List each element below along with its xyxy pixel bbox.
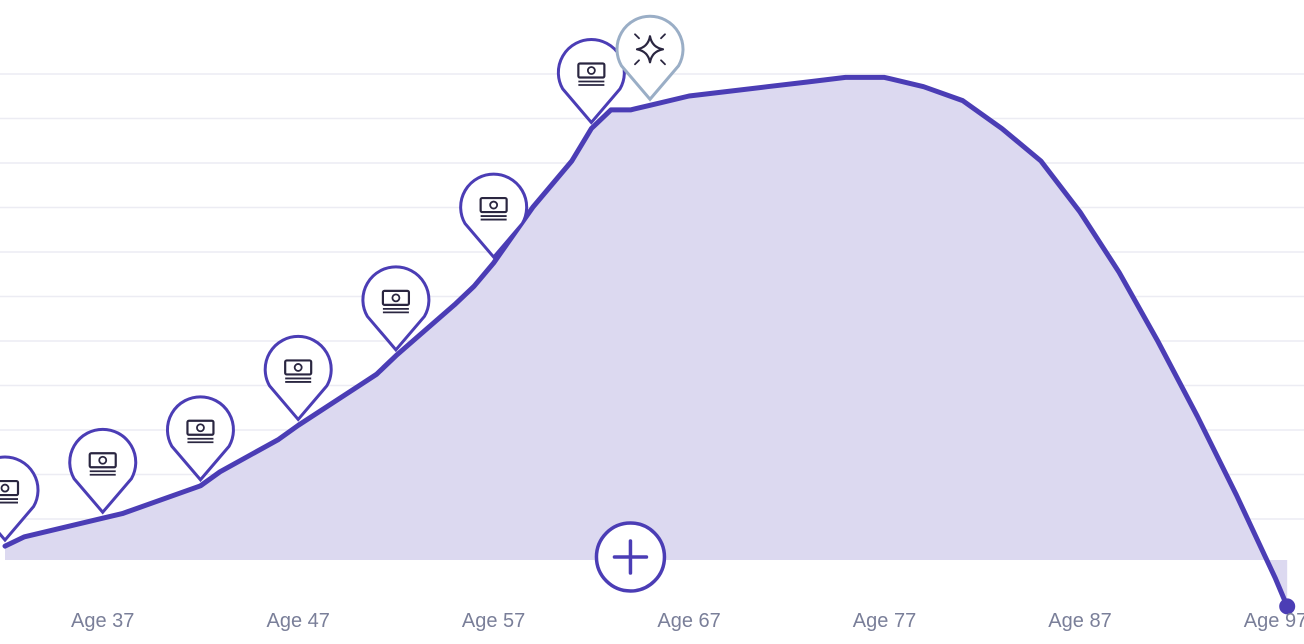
x-tick-label: Age 87: [1048, 610, 1111, 632]
income-marker[interactable]: [0, 455, 40, 543]
pin-shape: [615, 14, 685, 102]
retirement-marker[interactable]: [615, 14, 685, 102]
x-tick-label: Age 97: [1244, 610, 1304, 632]
x-axis-tick-labels: Age 37 Age 47 Age 57 Age 67 Age 77 Age 87 Age …: [71, 610, 1304, 632]
income-marker[interactable]: [263, 335, 333, 422]
x-tick-label: Age 57: [462, 610, 525, 632]
x-tick-label: Age 47: [267, 610, 330, 632]
income-marker[interactable]: [68, 427, 138, 515]
add-event-button[interactable]: [594, 521, 667, 593]
retirement-projection-chart: Age 37 Age 47 Age 57 Age 67 Age 77 Age 87 Age …: [0, 14, 1304, 632]
x-tick-label: Age 77: [853, 610, 916, 632]
x-tick-label: Age 67: [657, 610, 720, 632]
x-tick-label: Age 37: [71, 610, 134, 632]
